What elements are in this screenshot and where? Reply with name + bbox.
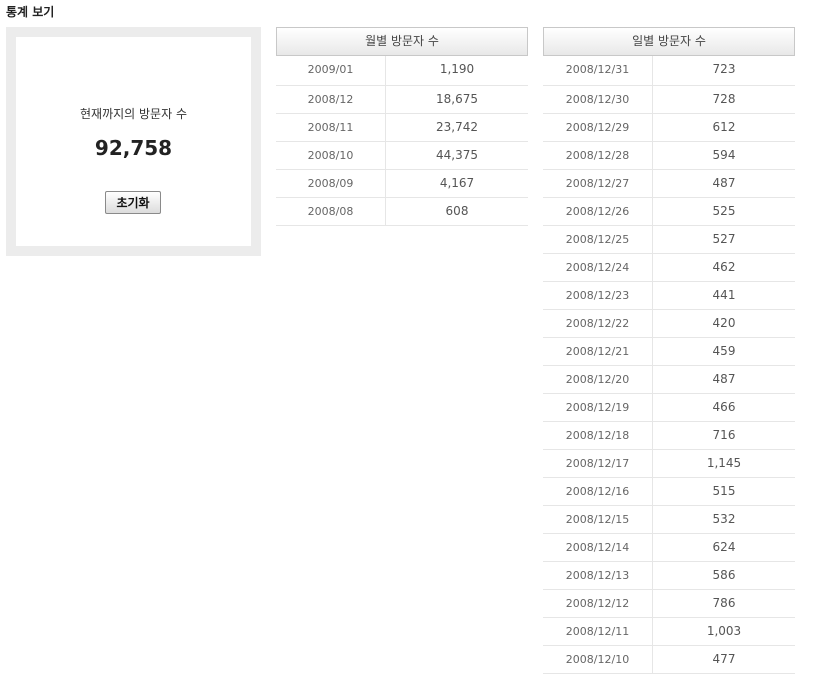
row-visitor-count: 1,145 [706, 456, 742, 470]
row-visitor-count: 624 [712, 540, 736, 554]
row-date: 2008/12/17 [543, 450, 653, 477]
row-date: 2008/12/22 [543, 310, 653, 337]
table-row: 2008/12/13 586 [543, 562, 795, 590]
row-date: 2008/12/19 [543, 394, 653, 421]
row-date: 2008/12/11 [543, 618, 653, 645]
row-visitor-count: 18,675 [436, 92, 478, 106]
daily-visitors-header: 일별 방문자 수 [543, 27, 795, 56]
table-row: 2008/12/16 515 [543, 478, 795, 506]
table-row: 2008/10 44,375 [276, 142, 528, 170]
row-visitor-count: 723 [712, 62, 736, 76]
table-row: 2008/12/15 532 [543, 506, 795, 534]
total-visitors-count: 92,758 [94, 136, 173, 160]
row-date: 2008/12/26 [543, 198, 653, 225]
row-date: 2008/08 [276, 198, 386, 225]
table-row: 2008/09 4,167 [276, 170, 528, 198]
row-visitor-count: 728 [712, 92, 736, 106]
row-date: 2008/10 [276, 142, 386, 169]
table-row: 2009/01 1,190 [276, 56, 528, 86]
table-row: 2008/12/10 477 [543, 646, 795, 674]
row-visitor-count: 1,003 [706, 624, 742, 638]
row-visitor-count: 441 [712, 288, 736, 302]
row-date: 2008/12/28 [543, 142, 653, 169]
table-row: 2008/12/19 466 [543, 394, 795, 422]
table-row: 2008/12/25 527 [543, 226, 795, 254]
row-visitor-count: 612 [712, 120, 736, 134]
row-date: 2008/12/14 [543, 534, 653, 561]
table-row: 2008/12/17 1,145 [543, 450, 795, 478]
table-row: 2008/12/29 612 [543, 114, 795, 142]
row-visitor-count: 487 [712, 372, 736, 386]
row-date: 2008/12/29 [543, 114, 653, 141]
row-date: 2008/11 [276, 114, 386, 141]
total-visitors-panel: 현재까지의 방문자 수 92,758 초기화 [6, 27, 261, 256]
row-date: 2009/01 [276, 56, 386, 85]
row-visitor-count: 4,167 [439, 176, 475, 190]
daily-visitors-rows: 2008/12/31 723 2008/12/30 728 2008/12/29 612 2… [543, 56, 795, 674]
table-row: 2008/12/24 462 [543, 254, 795, 282]
row-visitor-count: 525 [712, 204, 736, 218]
daily-visitors-table: 일별 방문자 수 2008/12/31 723 2008/12/30 728 2008/… [543, 27, 795, 674]
table-row: 2008/12/26 525 [543, 198, 795, 226]
row-date: 2008/12/21 [543, 338, 653, 365]
table-row: 2008/08 608 [276, 198, 528, 226]
row-visitor-count: 515 [712, 484, 736, 498]
page-title: 통계 보기 [6, 5, 55, 19]
row-visitor-count: 44,375 [436, 148, 478, 162]
table-row: 2008/12/22 420 [543, 310, 795, 338]
table-row: 2008/12/23 441 [543, 282, 795, 310]
row-visitor-count: 594 [712, 148, 736, 162]
row-date: 2008/12/23 [543, 282, 653, 309]
table-row: 2008/12/21 459 [543, 338, 795, 366]
row-date: 2008/12 [276, 86, 386, 113]
table-row: 2008/12/27 487 [543, 170, 795, 198]
reset-button[interactable]: 초기화 [105, 191, 161, 214]
row-visitor-count: 786 [712, 596, 736, 610]
row-visitor-count: 466 [712, 400, 736, 414]
total-visitors-label: 현재까지의 방문자 수 [80, 107, 187, 121]
row-visitor-count: 23,742 [436, 120, 478, 134]
table-row: 2008/12/28 594 [543, 142, 795, 170]
table-row: 2008/12/20 487 [543, 366, 795, 394]
row-visitor-count: 527 [712, 232, 736, 246]
total-visitors-box: 현재까지의 방문자 수 92,758 초기화 [16, 37, 251, 246]
table-row: 2008/12/18 716 [543, 422, 795, 450]
table-row: 2008/12/31 723 [543, 56, 795, 86]
monthly-visitors-header: 월별 방문자 수 [276, 27, 528, 56]
row-date: 2008/12/12 [543, 590, 653, 617]
monthly-visitors-rows: 2009/01 1,190 2008/12 18,675 2008/11 23,742 20… [276, 56, 528, 226]
table-row: 2008/12 18,675 [276, 86, 528, 114]
row-visitor-count: 477 [712, 652, 736, 666]
row-visitor-count: 462 [712, 260, 736, 274]
row-date: 2008/12/10 [543, 646, 653, 673]
row-date: 2008/12/18 [543, 422, 653, 449]
row-visitor-count: 608 [445, 204, 469, 218]
row-date: 2008/12/13 [543, 562, 653, 589]
row-date: 2008/12/20 [543, 366, 653, 393]
row-date: 2008/12/30 [543, 86, 653, 113]
row-date: 2008/09 [276, 170, 386, 197]
row-date: 2008/12/25 [543, 226, 653, 253]
table-row: 2008/12/12 786 [543, 590, 795, 618]
row-date: 2008/12/27 [543, 170, 653, 197]
row-visitor-count: 459 [712, 344, 736, 358]
table-row: 2008/12/11 1,003 [543, 618, 795, 646]
monthly-visitors-table: 월별 방문자 수 2009/01 1,190 2008/12 18,675 2008/1… [276, 27, 528, 226]
table-row: 2008/12/30 728 [543, 86, 795, 114]
row-date: 2008/12/16 [543, 478, 653, 505]
row-visitor-count: 532 [712, 512, 736, 526]
row-visitor-count: 716 [712, 428, 736, 442]
table-row: 2008/11 23,742 [276, 114, 528, 142]
table-row: 2008/12/14 624 [543, 534, 795, 562]
row-visitor-count: 420 [712, 316, 736, 330]
row-visitor-count: 1,190 [439, 62, 475, 76]
row-date: 2008/12/24 [543, 254, 653, 281]
row-date: 2008/12/15 [543, 506, 653, 533]
row-visitor-count: 487 [712, 176, 736, 190]
row-date: 2008/12/31 [543, 56, 653, 85]
row-visitor-count: 586 [712, 568, 736, 582]
